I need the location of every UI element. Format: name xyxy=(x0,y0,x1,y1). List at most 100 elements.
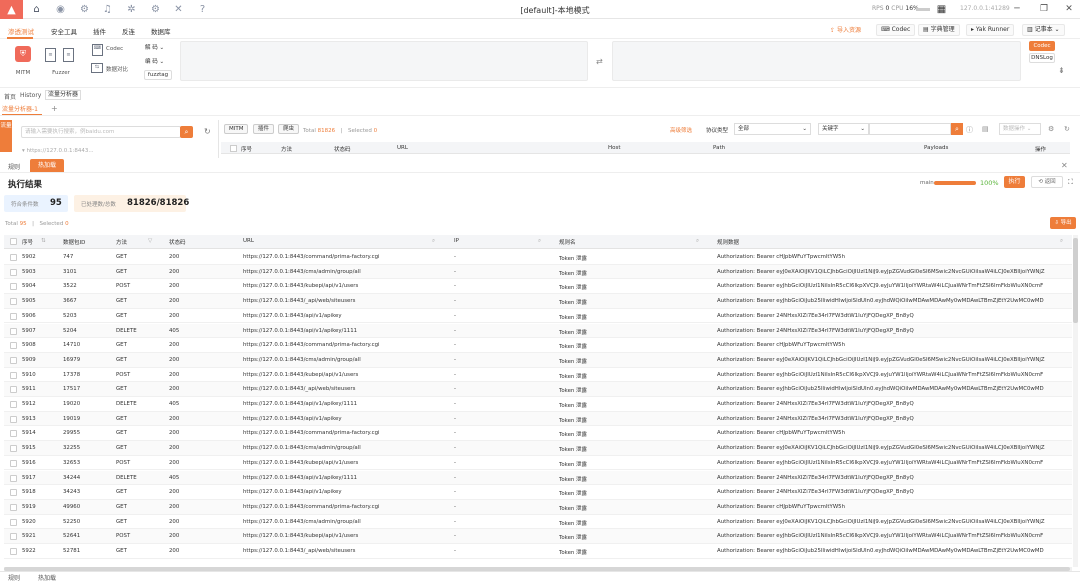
vertical-scroll-thumb[interactable] xyxy=(1073,238,1078,323)
search-icon[interactable]: ⌕ xyxy=(180,126,193,138)
table-row[interactable]: 5919 49960 GET 200 https://127.0.0.1:8443/co… xyxy=(4,499,1072,515)
row-checkbox[interactable] xyxy=(10,474,17,482)
col-host[interactable]: Host xyxy=(608,145,621,151)
settings-icon-2[interactable]: ⚙ xyxy=(1048,125,1054,133)
refresh-icon[interactable]: ↻ xyxy=(204,127,211,136)
tab-home[interactable]: 首页 xyxy=(4,92,16,101)
data-compare-label[interactable]: 数据对比 xyxy=(106,65,128,73)
table-row[interactable]: 5909 16979 GET 200 https://127.0.0.1:8443/cm… xyxy=(4,352,1072,368)
traffic-side-tab[interactable]: 流量 xyxy=(0,120,12,152)
col-rule-data[interactable]: 规则数据 xyxy=(717,238,739,246)
table-row[interactable]: 5910 17378 POST 200 https://127.0.0.1:8443/k… xyxy=(4,368,1072,383)
row-checkbox[interactable] xyxy=(10,401,17,408)
import-resource-button[interactable]: ⇪ 导入资源 xyxy=(830,25,861,34)
maximize-icon[interactable]: ❐ xyxy=(1038,4,1050,15)
row-checkbox[interactable] xyxy=(10,312,17,320)
table-row[interactable]: 5906 5203 GET 200 https://127.0.0.1:8443/api… xyxy=(4,309,1072,324)
row-checkbox[interactable] xyxy=(10,445,17,453)
table-row[interactable]: 5915 32255 GET 200 https://127.0.0.1:8443/cm… xyxy=(4,441,1072,456)
tree-item[interactable]: ▾ https://127.0.0.1:8443... xyxy=(22,148,94,154)
tab-history[interactable]: History xyxy=(20,92,41,99)
table-row[interactable]: 5916 32653 POST 200 https://127.0.0.1:8443/k… xyxy=(4,456,1072,471)
tab-traffic-analyzer[interactable]: 流量分析器 xyxy=(45,90,82,100)
encode-dropdown[interactable]: 编 码 ⌄ xyxy=(145,57,164,65)
decode-dropdown[interactable]: 解 码 ⌄ xyxy=(145,43,164,51)
home-icon[interactable]: ⌂ xyxy=(30,3,43,16)
col-method[interactable]: 方法 xyxy=(116,238,127,246)
settings-icon[interactable]: ⚙ xyxy=(78,3,91,16)
col-url[interactable]: URL xyxy=(243,238,254,244)
menu-database[interactable]: 数据库 xyxy=(151,26,171,36)
codec-tool-label[interactable]: Codec xyxy=(106,46,123,52)
add-tab-icon[interactable]: + xyxy=(51,104,58,113)
fullscreen-icon[interactable]: ⛶ xyxy=(1068,178,1073,187)
col-status[interactable]: 状态码 xyxy=(169,238,186,246)
mitm-icon[interactable]: ⛨ xyxy=(15,46,31,62)
col-rule-name[interactable]: 规则名 xyxy=(559,238,576,246)
keyword-search-icon[interactable]: ⌕ xyxy=(951,123,963,135)
minimize-icon[interactable]: ─ xyxy=(1011,4,1023,15)
menu-security-tools[interactable]: 安全工具 xyxy=(51,26,77,36)
close-panel-icon[interactable]: ✕ xyxy=(1061,161,1068,170)
select-all-checkbox-2[interactable] xyxy=(10,238,17,245)
table-row[interactable]: 5911 17517 GET 200 https://127.0.0.1:8443/_a… xyxy=(4,382,1072,397)
col-packet-id[interactable]: 数据包ID xyxy=(63,238,85,246)
search-icon-url[interactable]: ⌕ xyxy=(432,238,435,245)
bell-icon[interactable]: ♫ xyxy=(101,3,114,16)
table-row[interactable]: 5914 29955 GET 200 https://127.0.0.1:8443/co… xyxy=(4,426,1072,442)
row-checkbox[interactable] xyxy=(10,415,17,423)
close-icon[interactable]: ✕ xyxy=(1063,4,1075,15)
row-checkbox[interactable] xyxy=(10,342,17,350)
bottom-tab-rules[interactable]: 规则 xyxy=(8,573,20,582)
codec-input-area[interactable] xyxy=(180,41,588,81)
export-file-icon[interactable]: ▤ xyxy=(982,125,989,133)
collapse-icon[interactable]: ⇟ xyxy=(1058,66,1065,75)
col-payloads[interactable]: Payloads xyxy=(924,145,948,151)
row-checkbox[interactable] xyxy=(10,386,17,394)
table-row[interactable]: 5912 19020 DELETE 405 https://127.0.0.1:8443… xyxy=(4,397,1072,412)
row-checkbox[interactable] xyxy=(10,489,17,497)
row-checkbox[interactable] xyxy=(10,518,17,526)
data-operation-select[interactable]: 数据操作 ⌄ xyxy=(999,123,1041,135)
menu-reverse[interactable]: 反连 xyxy=(122,26,135,36)
row-checkbox[interactable] xyxy=(10,268,17,276)
dict-manage-button[interactable]: ▤ 字典管理 xyxy=(918,24,960,36)
row-checkbox[interactable] xyxy=(10,356,17,364)
col-path[interactable]: Path xyxy=(713,145,725,151)
engine-icon[interactable]: ⚙ xyxy=(149,3,162,16)
run-button[interactable]: 执行 xyxy=(1004,176,1025,188)
help-icon[interactable]: ? xyxy=(196,3,209,16)
col-url[interactable]: URL xyxy=(397,145,408,151)
codec-output-area[interactable] xyxy=(612,41,1021,81)
codec-side-button[interactable]: Codec xyxy=(1029,41,1055,51)
table-row[interactable]: 5902 747 GET 200 https://127.0.0.1:8443/comm… xyxy=(4,250,1072,265)
help-circle-icon[interactable]: ⓘ xyxy=(966,125,973,135)
table-row[interactable]: 5917 34244 DELETE 405 https://127.0.0.1:8443… xyxy=(4,470,1072,486)
keyword-select[interactable]: 关键字 ⌄ xyxy=(818,123,869,135)
swap-icon[interactable]: ⇄ xyxy=(596,57,603,66)
filter-pill-plugin[interactable]: 插件 xyxy=(253,124,275,134)
export-button[interactable]: ⇩ 导出 xyxy=(1050,217,1076,229)
grid-icon[interactable]: ▦ xyxy=(935,3,948,16)
table-row[interactable]: 5922 52781 GET 200 https://127.0.0.1:8443/_a… xyxy=(4,544,1072,559)
search-icon-data[interactable]: ⌕ xyxy=(1060,238,1063,245)
row-checkbox[interactable] xyxy=(10,430,17,438)
row-checkbox[interactable] xyxy=(10,327,17,335)
search-icon-ip[interactable]: ⌕ xyxy=(538,238,541,245)
table-row[interactable]: 5908 14710 GET 200 https://127.0.0.1:8443/co… xyxy=(4,338,1072,353)
col-status[interactable]: 状态码 xyxy=(334,145,351,153)
codec-button[interactable]: ⌨ Codec xyxy=(876,24,916,36)
tools-icon[interactable]: ✕ xyxy=(172,3,185,16)
col-seq[interactable]: 序号 xyxy=(22,238,33,246)
user-icon[interactable]: ◉ xyxy=(54,3,67,16)
table-row[interactable]: 5921 52641 POST 200 https://127.0.0.1:8443/k… xyxy=(4,529,1072,544)
tab-hot-patch[interactable]: 热加载 xyxy=(30,159,64,172)
search-icon-rule[interactable]: ⌕ xyxy=(696,238,699,245)
keyword-input[interactable] xyxy=(869,123,951,135)
subtab-traffic-analyzer-1[interactable]: 流量分析器-1 xyxy=(2,104,38,113)
plugin-icon[interactable]: ✲ xyxy=(125,3,138,16)
codec-tool-icon[interactable]: ⌨ xyxy=(92,44,103,56)
filter-icon[interactable]: ▽ xyxy=(148,238,152,244)
col-seq[interactable]: 序号 xyxy=(241,145,252,153)
row-checkbox[interactable] xyxy=(10,298,17,306)
